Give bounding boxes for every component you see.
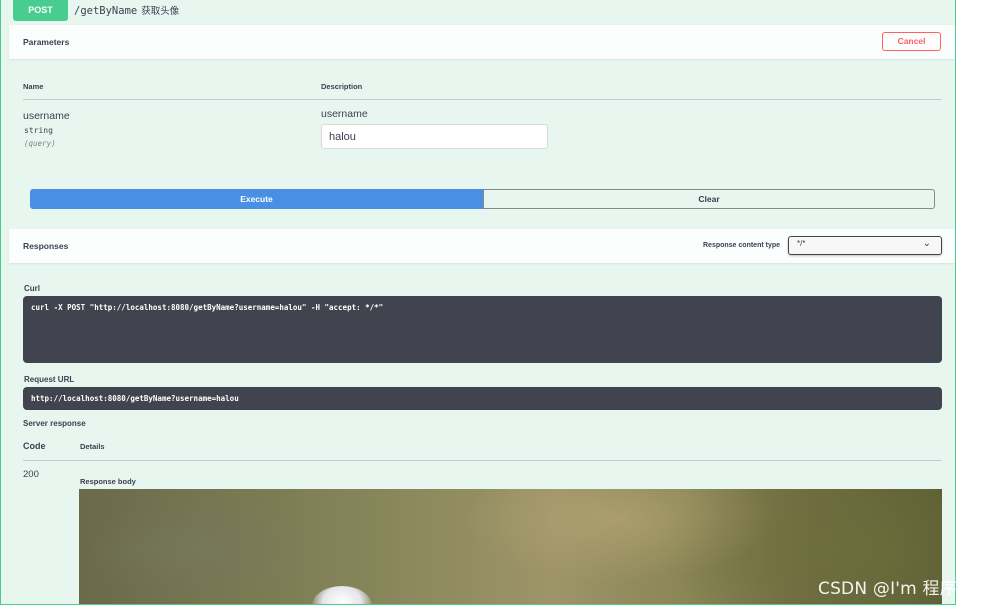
response-body-image bbox=[79, 489, 942, 604]
operation-summary[interactable]: POST /getByName 获取头像 bbox=[1, 0, 955, 24]
responses-title: Responses bbox=[23, 241, 69, 251]
method-badge: POST bbox=[13, 0, 68, 21]
param-description: username bbox=[321, 108, 368, 120]
param-column-description: Description bbox=[321, 82, 363, 91]
username-input[interactable] bbox=[321, 124, 548, 149]
param-name: username bbox=[23, 110, 70, 122]
response-content-type-select[interactable]: */* ⌄ bbox=[788, 236, 942, 255]
operation-path: /getByName 获取头像 bbox=[74, 3, 179, 17]
operation-summary-text: 获取头像 bbox=[141, 6, 180, 17]
parameters-header: Parameters Cancel bbox=[9, 25, 955, 59]
watermark: CSDN @I'm 程序员 bbox=[818, 579, 975, 599]
cancel-button[interactable]: Cancel bbox=[882, 32, 941, 51]
response-status-code: 200 bbox=[23, 469, 39, 480]
response-content-type-value: */* bbox=[797, 239, 806, 248]
execute-button[interactable]: Execute bbox=[30, 189, 483, 209]
execute-wrapper: Execute Clear bbox=[30, 189, 935, 209]
param-table-divider bbox=[23, 99, 942, 100]
param-location: (query) bbox=[24, 139, 56, 148]
response-code-header: Code bbox=[23, 441, 46, 451]
operation-path-text: /getByName bbox=[74, 5, 138, 17]
page-gutter bbox=[956, 0, 1001, 605]
responses-header: Responses Response content type */* ⌄ bbox=[9, 229, 955, 263]
server-response-label: Server response bbox=[23, 419, 86, 428]
chevron-down-icon: ⌄ bbox=[922, 238, 931, 249]
response-body-label: Response body bbox=[80, 477, 136, 486]
clear-button[interactable]: Clear bbox=[483, 189, 935, 209]
response-table-divider bbox=[23, 460, 942, 461]
operation-block-post: POST /getByName 获取头像 Parameters Cancel Na… bbox=[0, 0, 956, 605]
param-column-name: Name bbox=[23, 82, 44, 91]
response-content-type-label: Response content type bbox=[703, 242, 781, 249]
request-url-block[interactable]: http://localhost:8080/getByName?username… bbox=[23, 387, 942, 410]
image-subject bbox=[312, 586, 372, 604]
request-url-label: Request URL bbox=[24, 375, 75, 384]
response-details-header: Details bbox=[80, 442, 105, 451]
param-type: string bbox=[24, 126, 53, 135]
parameters-title: Parameters bbox=[23, 37, 70, 47]
curl-label: Curl bbox=[24, 284, 40, 293]
curl-code-block[interactable]: curl -X POST "http://localhost:8080/getB… bbox=[23, 296, 942, 363]
